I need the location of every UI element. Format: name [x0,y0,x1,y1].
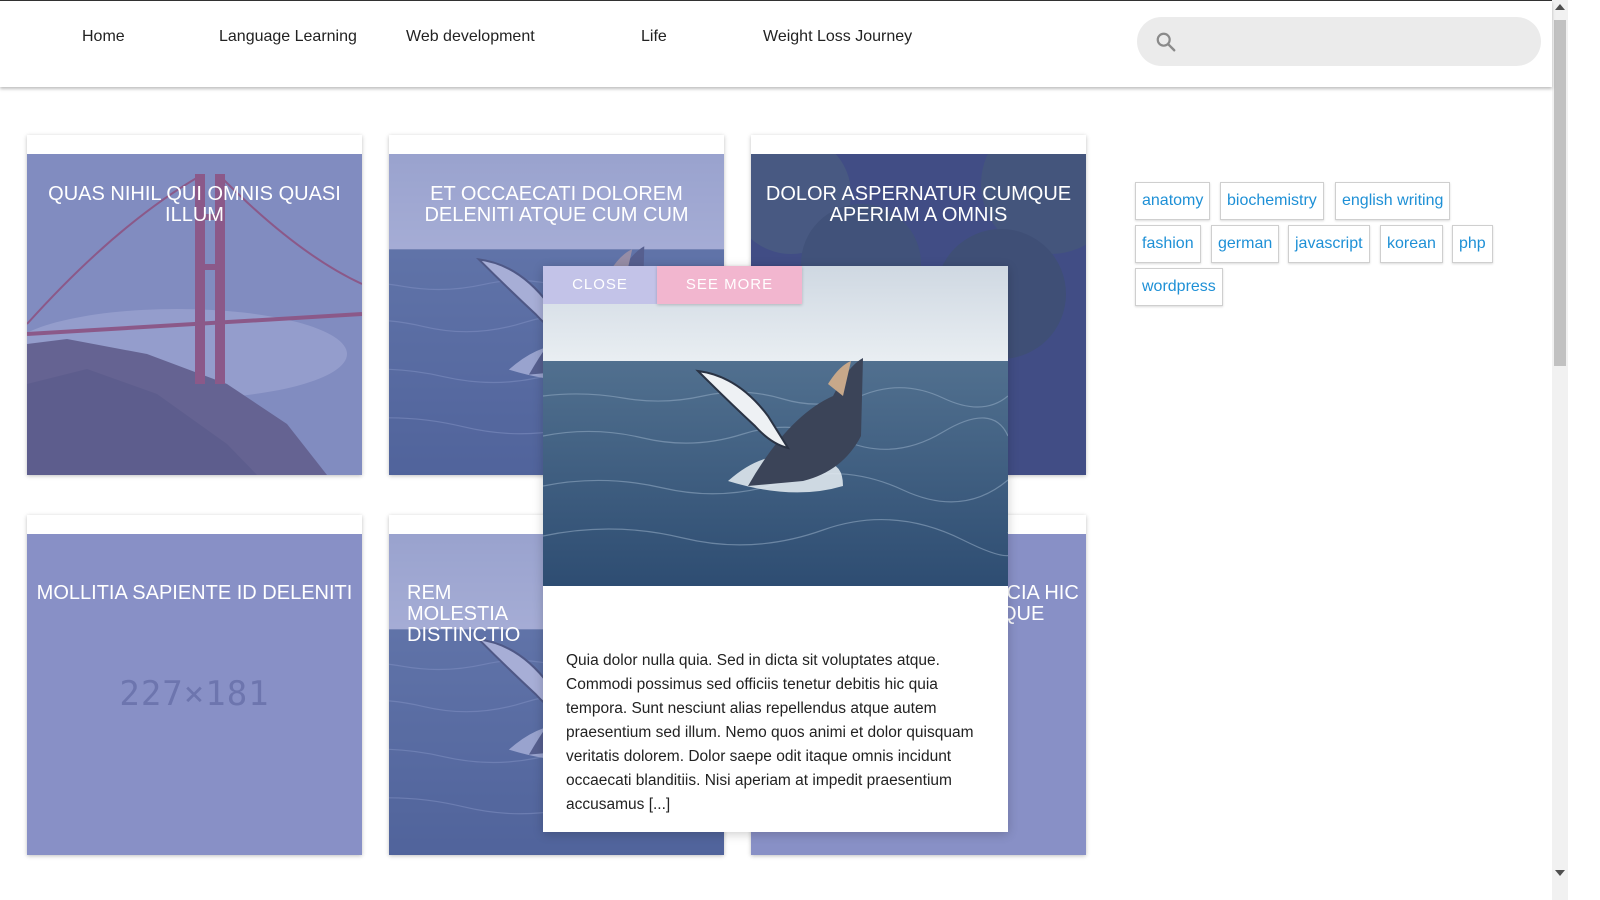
post-title[interactable]: REM MOLESTIA DISTINCTIO [389,583,549,646]
close-button[interactable]: CLOSE [543,266,657,304]
post-preview-modal: CLOSE SEE MORE Quia dolor nulla quia. Se… [543,266,1008,832]
tag-english-writing[interactable]: english writing [1335,182,1451,220]
post-card[interactable]: QUAS NIHIL QUI OMNIS QUASI ILLUM [27,135,362,475]
modal-excerpt: Quia dolor nulla quia. Sed in dicta sit … [566,652,974,813]
search-input[interactable] [1189,17,1529,66]
search-bar[interactable] [1137,17,1541,66]
scroll-down-arrow-icon[interactable] [1555,870,1565,876]
post-card[interactable]: 227×181 MOLLITIA SAPIENTE ID DELENITI [27,515,362,855]
placeholder-dimensions: 227×181 [119,674,270,714]
tag-biochemistry[interactable]: biochemistry [1220,182,1324,220]
tag-javascript[interactable]: javascript [1288,225,1370,263]
post-title[interactable]: QUAS NIHIL QUI OMNIS QUASI ILLUM [27,184,362,226]
nav-item-weight-loss-journey[interactable]: Weight Loss Journey [763,28,912,46]
post-title[interactable]: ET OCCAECATI DOLOREM DELENITI ATQUE CUM … [389,184,724,226]
modal-image [543,266,1008,586]
tag-anatomy[interactable]: anatomy [1135,182,1211,220]
scroll-up-arrow-icon[interactable] [1555,4,1565,10]
search-icon[interactable] [1155,31,1177,53]
nav-item-language-learning[interactable]: Language Learning [219,28,357,46]
site-header: Home Language Learning Web development L… [0,1,1552,87]
nav-item-home[interactable]: Home [82,28,125,46]
tag-php[interactable]: php [1452,225,1493,263]
tag-korean[interactable]: korean [1380,225,1443,263]
tag-german[interactable]: german [1211,225,1280,263]
nav-item-life[interactable]: Life [641,28,667,46]
tag-fashion[interactable]: fashion [1135,225,1201,263]
scrollbar-thumb[interactable] [1554,20,1566,366]
post-title[interactable]: DOLOR ASPERNATUR CUMQUE APERIAM A OMNIS [751,184,1086,226]
post-title[interactable]: ICIA HIC QUE [1001,583,1086,625]
nav-item-web-development[interactable]: Web development [406,28,535,46]
see-more-button[interactable]: SEE MORE [657,266,802,304]
tag-wordpress[interactable]: wordpress [1135,268,1223,306]
post-title[interactable]: MOLLITIA SAPIENTE ID DELENITI [27,583,362,604]
